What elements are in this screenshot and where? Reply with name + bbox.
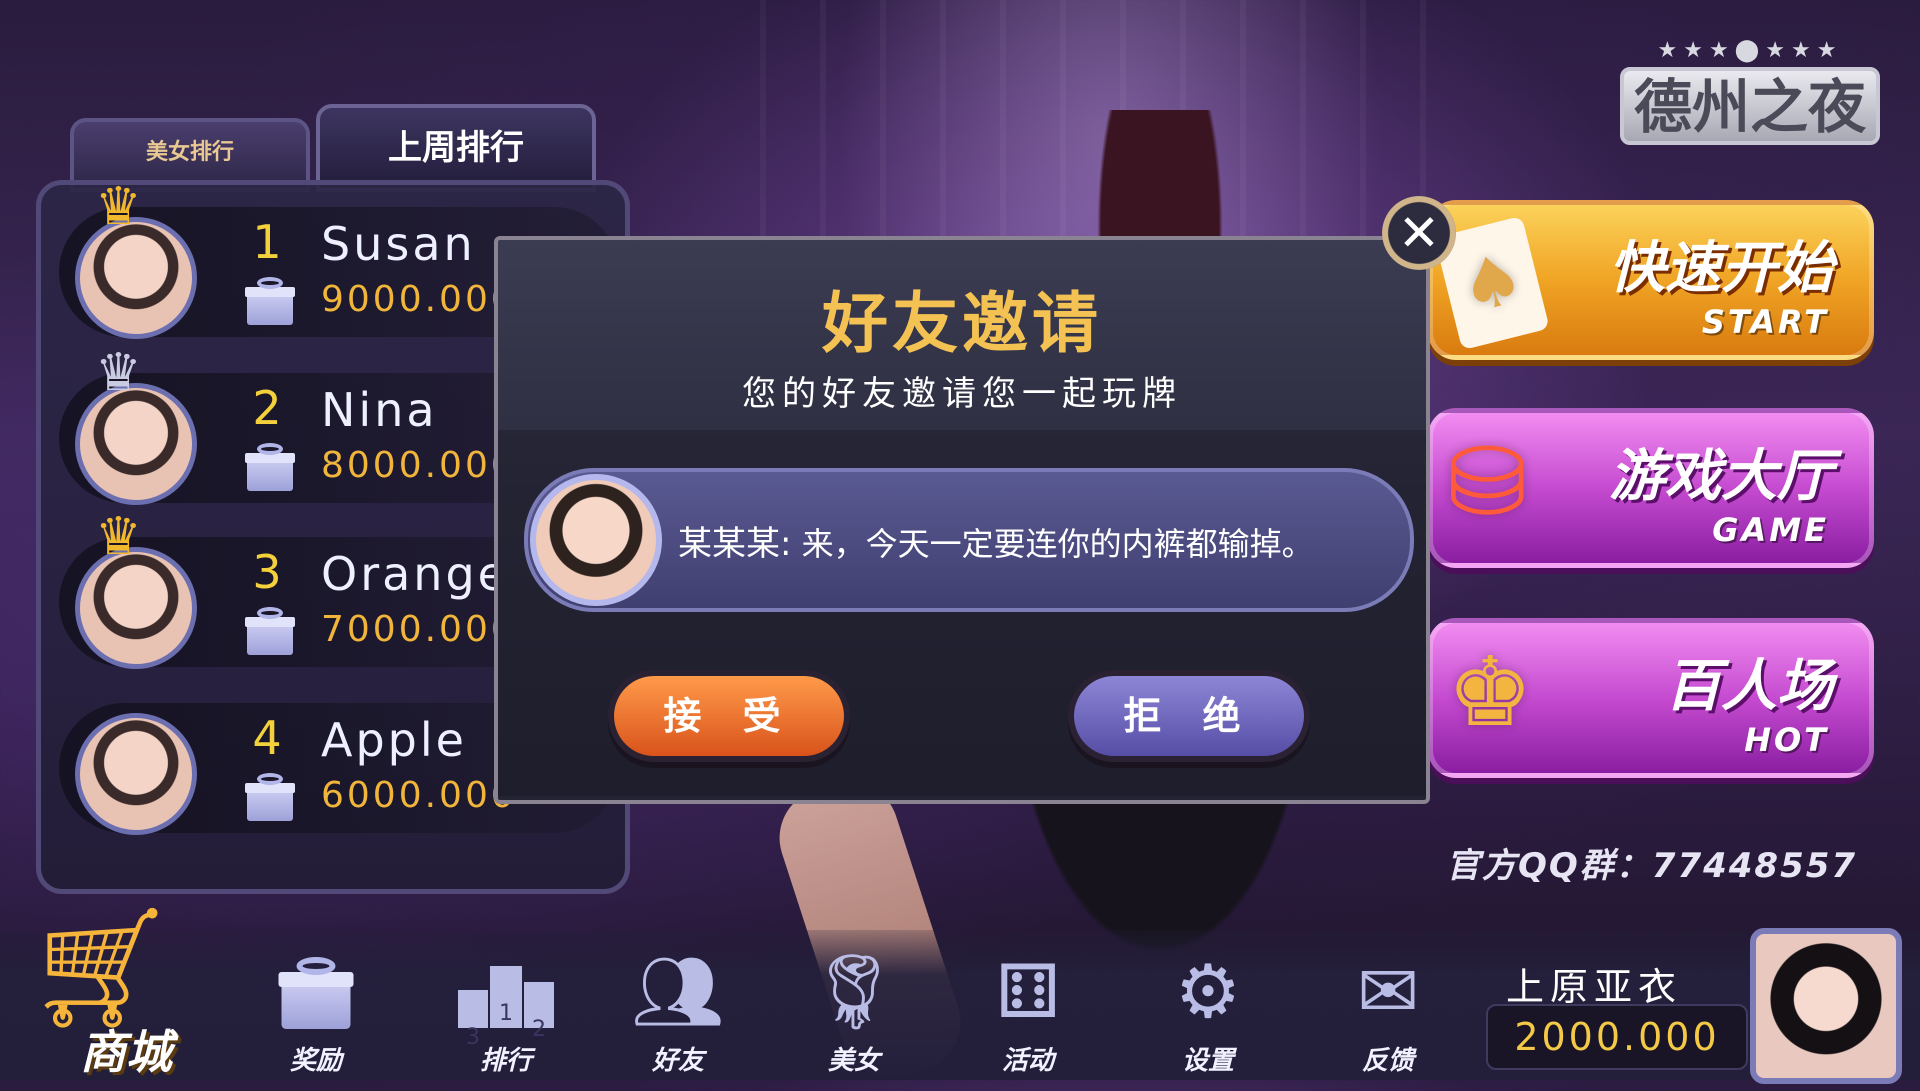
nav-beauty[interactable]: 🌹︎ 美女	[794, 944, 914, 1080]
mail-icon: ✉	[1356, 949, 1419, 1035]
trophy-icon: ♚	[1447, 636, 1534, 748]
friend-avatar[interactable]	[530, 474, 662, 606]
player-avatar[interactable]	[75, 713, 197, 835]
podium-second-label: 2	[524, 982, 554, 1042]
nav-beauty-label: 美女	[827, 1046, 880, 1076]
nav-friends-label: 好友	[651, 1046, 704, 1076]
podium-first-label: 1	[490, 966, 522, 1028]
nav-reward[interactable]: 奖励	[256, 944, 376, 1080]
shopping-cart-icon: 🛒︎	[26, 898, 176, 1036]
player-score: 9000.000	[321, 279, 517, 320]
silver-crown-icon: ♛	[95, 343, 142, 403]
game-lobby-title: 游戏大厅	[1609, 444, 1833, 509]
user-avatar[interactable]	[1750, 928, 1902, 1084]
hundred-player-room-subtitle: HOT	[1744, 721, 1829, 759]
gift-icon[interactable]	[245, 773, 295, 821]
logo-text: 德州之夜	[1620, 67, 1880, 145]
quick-start-button[interactable]: ♠ 快速开始 START	[1428, 200, 1874, 360]
nav-reward-label: 奖励	[289, 1046, 342, 1076]
gift-icon	[256, 944, 376, 1040]
invite-message-text: 某某某: 来，今天一定要连你的内裤都输掉。	[678, 516, 1314, 565]
leaderboard-tabs: 美女排行 上周排行	[70, 104, 610, 192]
gift-icon[interactable]	[245, 607, 295, 655]
quick-start-subtitle: START	[1701, 303, 1829, 341]
player-name: Susan	[321, 217, 476, 271]
nav-ranking-label: 排行	[479, 1046, 532, 1076]
nav-ranking[interactable]: 3 1 2 排行	[446, 944, 566, 1080]
invite-sender-name: 某某某:	[678, 524, 792, 564]
player-name: Orange	[321, 547, 509, 601]
player-score: 8000.000	[321, 445, 517, 486]
official-qq-group: 官方QQ群：77448557	[1446, 846, 1858, 886]
podium-third-label: 3	[458, 990, 488, 1050]
nav-feedback[interactable]: ✉ 反馈	[1328, 944, 1448, 1080]
user-coin-balance: 2000.000	[1486, 1004, 1748, 1070]
gold-crown-icon: ♛	[95, 507, 142, 567]
player-name: Apple	[321, 713, 467, 767]
shop-label: 商城	[80, 1025, 172, 1079]
shop-button[interactable]: 🛒︎ 商城	[16, 898, 206, 1079]
gift-icon[interactable]	[245, 277, 295, 325]
accept-button[interactable]: 接 受	[614, 676, 844, 756]
rank-number: 2	[252, 381, 282, 435]
playing-card-icon: ♠	[1434, 215, 1550, 351]
user-name: 上原亚衣	[1506, 965, 1683, 1009]
hundred-player-room-title: 百人场	[1665, 654, 1833, 719]
player-score: 7000.000	[321, 609, 517, 650]
gear-icon: ⚙	[1174, 949, 1242, 1035]
invite-message: 某某某: 来，今天一定要连你的内裤都输掉。	[524, 468, 1414, 612]
reject-button[interactable]: 拒 绝	[1074, 676, 1304, 756]
gold-crown-icon: ♛	[95, 177, 142, 237]
game-lobby-button[interactable]: ⛁ 游戏大厅 GAME	[1428, 408, 1874, 568]
nav-events-label: 活动	[1001, 1046, 1054, 1076]
rank-number: 3	[252, 545, 282, 599]
rank-number: 4	[252, 711, 282, 765]
rank-number: 1	[252, 215, 282, 269]
podium-icon: 3 1 2	[446, 944, 566, 1050]
friend-invite-dialog: 好友邀请 您的好友邀请您一起玩牌 某某某: 来，今天一定要连你的内裤都输掉。 接…	[494, 236, 1430, 804]
tab-last-week-ranking[interactable]: 上周排行	[316, 104, 596, 192]
friends-icon: 👥︎	[631, 949, 725, 1035]
dialog-title: 好友邀请	[822, 285, 1102, 362]
nav-settings-label: 设置	[1181, 1046, 1234, 1076]
game-logo: ★★★⬤★★★ 德州之夜	[1620, 38, 1880, 150]
gift-icon[interactable]	[245, 443, 295, 491]
player-score: 6000.000	[321, 775, 517, 816]
dialog-subtitle: 您的好友邀请您一起玩牌	[742, 374, 1182, 414]
game-lobby-subtitle: GAME	[1712, 511, 1829, 549]
poker-chips-icon: ⛁	[1447, 426, 1528, 538]
nav-events[interactable]: ⚅ 活动	[968, 944, 1088, 1080]
dice-icon: ⚅	[995, 949, 1061, 1035]
quick-start-title: 快速开始	[1609, 236, 1833, 301]
nav-friends[interactable]: 👥︎ 好友	[618, 944, 738, 1080]
player-name: Nina	[321, 383, 438, 437]
hundred-player-room-button[interactable]: ♚ 百人场 HOT	[1428, 618, 1874, 778]
logo-stars: ★★★⬤★★★	[1657, 38, 1843, 63]
rose-icon: 🌹︎	[807, 949, 901, 1035]
invite-message-body: 来，今天一定要连你的内裤都输掉。	[791, 525, 1314, 563]
close-icon[interactable]: ✕	[1382, 196, 1456, 270]
nav-feedback-label: 反馈	[1361, 1046, 1414, 1076]
nav-settings[interactable]: ⚙ 设置	[1148, 944, 1268, 1080]
